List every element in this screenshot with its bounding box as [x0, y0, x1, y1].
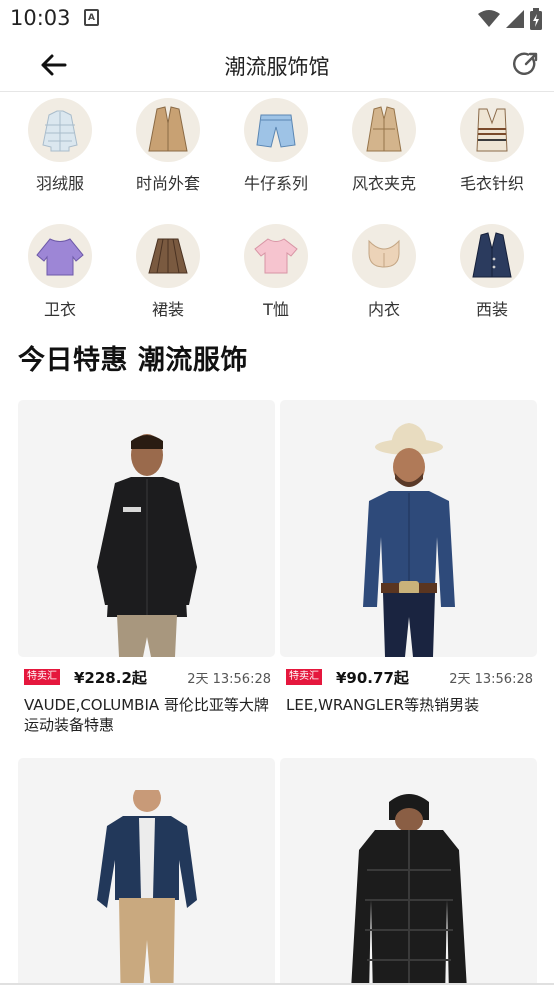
sale-tag: 特卖汇: [286, 669, 322, 685]
status-bar: 10:03 A: [0, 0, 554, 38]
share-icon: [513, 52, 538, 75]
battery-icon: [530, 8, 542, 30]
product-image: [280, 758, 537, 985]
product-image: [18, 758, 275, 985]
suit-jacket-icon: [460, 224, 524, 288]
countdown-timer: 2天 13:56:28: [187, 672, 271, 687]
denim-shorts-icon: [244, 98, 308, 162]
product-price: ¥90.77起: [336, 669, 409, 687]
sale-tag: 特卖汇: [24, 669, 60, 685]
status-time: 10:03: [10, 6, 71, 30]
product-card[interactable]: [280, 758, 537, 985]
share-button[interactable]: [512, 50, 540, 78]
wifi-icon: [478, 10, 500, 27]
signal-icon: [506, 10, 524, 28]
blazer-icon: [136, 98, 200, 162]
category-label: 时尚外套: [135, 174, 200, 193]
section-title: 今日特惠 潮流服饰: [18, 345, 248, 376]
pleated-skirt-icon: [136, 224, 200, 288]
category-suit[interactable]: 西装: [438, 224, 546, 320]
tshirt-icon: [244, 224, 308, 288]
product-image: [18, 400, 275, 657]
category-underwear[interactable]: 内衣: [330, 224, 438, 320]
category-fashion-coat[interactable]: 时尚外套: [114, 98, 222, 194]
category-knitwear[interactable]: 毛衣针织: [438, 98, 546, 194]
category-label: T恤: [263, 300, 289, 319]
product-card[interactable]: 特卖汇 ¥228.2起 2天 13:56:28 VAUDE,COLUMBIA 哥…: [18, 400, 275, 735]
product-price: ¥228.2起: [74, 669, 147, 687]
product-meta: 特卖汇 ¥90.77起 2天 13:56:28: [280, 667, 537, 689]
category-label: 风衣夹克: [351, 174, 416, 193]
puffer-jacket-icon: [28, 98, 92, 162]
countdown-timer: 2天 13:56:28: [449, 672, 533, 687]
category-label: 牛仔系列: [243, 174, 308, 193]
product-title: LEE,WRANGLER等热销男装: [286, 696, 480, 714]
product-image: [280, 400, 537, 657]
category-trench-jacket[interactable]: 风衣夹克: [330, 98, 438, 194]
category-label: 内衣: [367, 300, 400, 319]
category-label: 裙装: [151, 300, 184, 319]
product-title: VAUDE,COLUMBIA 哥伦比亚等大牌运动装备特惠: [24, 696, 269, 734]
category-label: 羽绒服: [35, 174, 84, 193]
category-label: 毛衣针织: [459, 174, 524, 193]
trench-coat-icon: [352, 98, 416, 162]
bra-icon: [352, 224, 416, 288]
category-label: 西装: [475, 300, 508, 319]
status-icons: [478, 8, 542, 30]
sweatshirt-icon: [28, 224, 92, 288]
product-meta: 特卖汇 ¥228.2起 2天 13:56:28: [18, 667, 275, 689]
category-skirt[interactable]: 裙装: [114, 224, 222, 320]
category-denim[interactable]: 牛仔系列: [222, 98, 330, 194]
category-down-jacket[interactable]: 羽绒服: [6, 98, 114, 194]
category-sweatshirt[interactable]: 卫衣: [6, 224, 114, 320]
notification-icon: A: [84, 9, 99, 26]
product-card[interactable]: [18, 758, 275, 985]
category-tshirt[interactable]: T恤: [222, 224, 330, 320]
app-bar: 潮流服饰馆: [0, 38, 554, 92]
page-title: 潮流服饰馆: [224, 55, 330, 79]
product-card[interactable]: 特卖汇 ¥90.77起 2天 13:56:28 LEE,WRANGLER等热销男…: [280, 400, 537, 715]
category-label: 卫衣: [43, 300, 76, 319]
knit-vest-icon: [460, 98, 524, 162]
